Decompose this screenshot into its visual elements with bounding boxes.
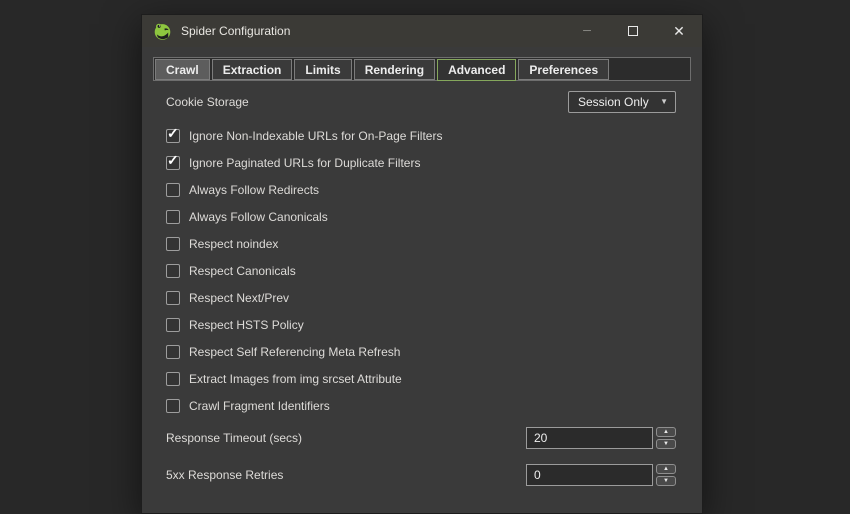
checkbox-row: ✓ Respect Next/Prev (166, 284, 676, 311)
advanced-tab-content: Cookie Storage Session Only ▼ ✓ Ignore N… (142, 81, 702, 487)
5xx-retries-row: 5xx Response Retries ▲ ▼ (166, 463, 676, 487)
tab-rendering[interactable]: Rendering (354, 59, 435, 80)
minimize-button[interactable]: ─ (564, 15, 610, 47)
checkbox-row: ✓ Respect Self Referencing Meta Refresh (166, 338, 676, 365)
tab-extraction[interactable]: Extraction (212, 59, 293, 80)
spinner-down-button[interactable]: ▼ (656, 476, 676, 486)
config-tab-strip: Crawl Extraction Limits Rendering Advanc… (153, 57, 691, 81)
spinner-up-button[interactable]: ▲ (656, 427, 676, 437)
checkbox-label[interactable]: Ignore Paginated URLs for Duplicate Filt… (189, 156, 420, 170)
check-icon: ✓ (167, 153, 179, 167)
checkbox-row: ✓ Respect HSTS Policy (166, 311, 676, 338)
checkbox-label[interactable]: Crawl Fragment Identifiers (189, 399, 330, 413)
5xx-retries-label: 5xx Response Retries (166, 468, 283, 482)
checkbox-respect-hsts[interactable]: ✓ (166, 318, 180, 332)
tab-crawl[interactable]: Crawl (155, 59, 210, 80)
tab-advanced[interactable]: Advanced (437, 59, 516, 81)
spinner-buttons: ▲ ▼ (656, 427, 676, 449)
checkbox-row: ✓ Always Follow Redirects (166, 176, 676, 203)
checkbox-label[interactable]: Respect HSTS Policy (189, 318, 304, 332)
screaming-frog-logo-icon (153, 22, 172, 41)
window-title: Spider Configuration (181, 24, 290, 38)
maximize-icon (628, 26, 638, 36)
chevron-down-icon: ▼ (660, 98, 668, 106)
checkbox-crawl-fragment-identifiers[interactable]: ✓ (166, 399, 180, 413)
checkbox-extract-srcset-images[interactable]: ✓ (166, 372, 180, 386)
checkbox-label[interactable]: Respect Next/Prev (189, 291, 289, 305)
tab-limits[interactable]: Limits (294, 59, 351, 80)
titlebar: Spider Configuration ─ ✕ (142, 15, 702, 47)
checkbox-always-follow-redirects[interactable]: ✓ (166, 183, 180, 197)
checkbox-label[interactable]: Always Follow Canonicals (189, 210, 328, 224)
checkbox-row: ✓ Ignore Paginated URLs for Duplicate Fi… (166, 149, 676, 176)
close-button[interactable]: ✕ (656, 15, 702, 47)
checkbox-row: ✓ Extract Images from img srcset Attribu… (166, 365, 676, 392)
checkbox-always-follow-canonicals[interactable]: ✓ (166, 210, 180, 224)
spinner-up-button[interactable]: ▲ (656, 464, 676, 474)
checkbox-row: ✓ Respect Canonicals (166, 257, 676, 284)
checkbox-respect-canonicals[interactable]: ✓ (166, 264, 180, 278)
response-timeout-row: Response Timeout (secs) ▲ ▼ (166, 426, 676, 450)
checkbox-label[interactable]: Ignore Non-Indexable URLs for On-Page Fi… (189, 129, 442, 143)
checkbox-respect-meta-refresh[interactable]: ✓ (166, 345, 180, 359)
5xx-retries-spinner: ▲ ▼ (526, 464, 676, 486)
checkbox-list: ✓ Ignore Non-Indexable URLs for On-Page … (166, 122, 676, 419)
checkbox-label[interactable]: Respect Canonicals (189, 264, 296, 278)
checkbox-label[interactable]: Respect Self Referencing Meta Refresh (189, 345, 400, 359)
checkbox-ignore-non-indexable[interactable]: ✓ (166, 129, 180, 143)
5xx-retries-input[interactable] (526, 464, 653, 486)
cookie-storage-dropdown[interactable]: Session Only ▼ (568, 91, 676, 113)
spinner-down-button[interactable]: ▼ (656, 439, 676, 449)
response-timeout-spinner: ▲ ▼ (526, 427, 676, 449)
response-timeout-input[interactable] (526, 427, 653, 449)
spinner-buttons: ▲ ▼ (656, 464, 676, 486)
checkbox-label[interactable]: Respect noindex (189, 237, 278, 251)
cookie-storage-label: Cookie Storage (166, 95, 249, 109)
window-controls: ─ ✕ (564, 15, 702, 47)
checkbox-ignore-paginated[interactable]: ✓ (166, 156, 180, 170)
checkbox-label[interactable]: Always Follow Redirects (189, 183, 319, 197)
checkbox-label[interactable]: Extract Images from img srcset Attribute (189, 372, 402, 386)
response-timeout-label: Response Timeout (secs) (166, 431, 302, 445)
check-icon: ✓ (167, 126, 179, 140)
cookie-storage-row: Cookie Storage Session Only ▼ (166, 91, 676, 113)
checkbox-row: ✓ Crawl Fragment Identifiers (166, 392, 676, 419)
cookie-storage-value: Session Only (578, 95, 649, 109)
checkbox-respect-noindex[interactable]: ✓ (166, 237, 180, 251)
maximize-button[interactable] (610, 15, 656, 47)
checkbox-row: ✓ Ignore Non-Indexable URLs for On-Page … (166, 122, 676, 149)
checkbox-row: ✓ Respect noindex (166, 230, 676, 257)
checkbox-respect-next-prev[interactable]: ✓ (166, 291, 180, 305)
checkbox-row: ✓ Always Follow Canonicals (166, 203, 676, 230)
spider-configuration-dialog: Spider Configuration ─ ✕ Crawl Extractio… (141, 14, 703, 514)
tab-preferences[interactable]: Preferences (518, 59, 609, 80)
